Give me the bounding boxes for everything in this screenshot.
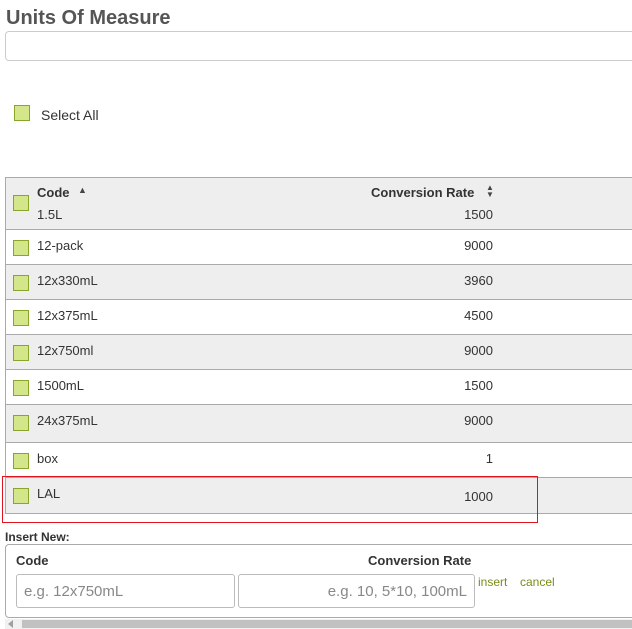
- insert-new-title: Insert New:: [5, 530, 70, 544]
- table-cell-code: box: [37, 451, 58, 466]
- sort-both-icon[interactable]: ▲ ▼: [486, 184, 494, 199]
- row-checkbox[interactable]: [13, 345, 29, 361]
- search-input[interactable]: [5, 31, 632, 61]
- insert-code-label: Code: [16, 553, 49, 568]
- table-cell-code: LAL: [37, 486, 61, 501]
- table-cell-code: 12x375mL: [37, 308, 98, 323]
- table-row[interactable]: 1500mL 1500: [6, 370, 632, 405]
- table-cell-rate: 9000: [464, 238, 493, 253]
- table-row[interactable]: 24x375mL 9000: [6, 405, 632, 443]
- table-cell-code: 1500mL: [37, 378, 84, 393]
- table-cell-code: 12x750ml: [37, 343, 94, 358]
- table-cell-rate: 9000: [464, 413, 493, 428]
- insert-rate-input[interactable]: [238, 574, 475, 608]
- column-header-code[interactable]: Code: [37, 185, 70, 200]
- row-checkbox[interactable]: [13, 380, 29, 396]
- table-row[interactable]: box 1: [6, 443, 632, 478]
- cancel-link[interactable]: cancel: [520, 575, 555, 589]
- table-cell-code: 24x375mL: [37, 413, 98, 428]
- table-cell-rate: 1000: [464, 489, 493, 504]
- table-cell-rate: 1500: [464, 378, 493, 393]
- insert-rate-label: Conversion Rate: [368, 553, 472, 568]
- table-cell-rate: 9000: [464, 343, 493, 358]
- units-table: Code ▲ Conversion Rate ▲ ▼ 1.5L 1500 12-p…: [5, 177, 632, 514]
- row-checkbox[interactable]: [13, 453, 29, 469]
- table-cell-code: 12-pack: [37, 238, 84, 253]
- horizontal-scrollbar[interactable]: [5, 619, 632, 629]
- page-title: Units Of Measure: [6, 7, 171, 29]
- insert-code-input[interactable]: [16, 574, 235, 608]
- column-header-conversion-rate[interactable]: Conversion Rate: [371, 185, 474, 200]
- table-row-selected[interactable]: LAL 1000: [6, 478, 632, 513]
- sort-ascending-icon[interactable]: ▲: [78, 186, 87, 195]
- insert-new-panel: Code Conversion Rate insert cancel: [5, 544, 632, 618]
- select-all-checkbox[interactable]: [14, 105, 30, 121]
- row-checkbox[interactable]: [13, 488, 29, 504]
- table-row[interactable]: 12-pack 9000: [6, 230, 632, 265]
- row-checkbox[interactable]: [13, 415, 29, 431]
- row-checkbox[interactable]: [13, 240, 29, 256]
- insert-link[interactable]: insert: [478, 575, 507, 589]
- table-row[interactable]: 12x330mL 3960: [6, 265, 632, 300]
- table-cell-code: 12x330mL: [37, 273, 98, 288]
- row-checkbox[interactable]: [13, 275, 29, 291]
- table-cell-rate: 1: [485, 451, 493, 466]
- table-header-row: Code ▲ Conversion Rate ▲ ▼ 1.5L 1500: [6, 178, 632, 230]
- table-cell-rate: 4500: [464, 308, 493, 323]
- table-row[interactable]: 12x375mL 4500: [6, 300, 632, 335]
- table-row[interactable]: 12x750ml 9000: [6, 335, 632, 370]
- select-all-label: Select All: [41, 107, 99, 123]
- header-select-checkbox[interactable]: [13, 195, 29, 211]
- table-cell-rate: 3960: [464, 273, 493, 288]
- table-cell-code: 1.5L: [37, 207, 63, 222]
- table-cell-rate: 1500: [464, 207, 493, 222]
- row-checkbox[interactable]: [13, 310, 29, 326]
- scroll-left-arrow-icon[interactable]: [8, 620, 13, 628]
- scrollbar-thumb[interactable]: [22, 620, 632, 628]
